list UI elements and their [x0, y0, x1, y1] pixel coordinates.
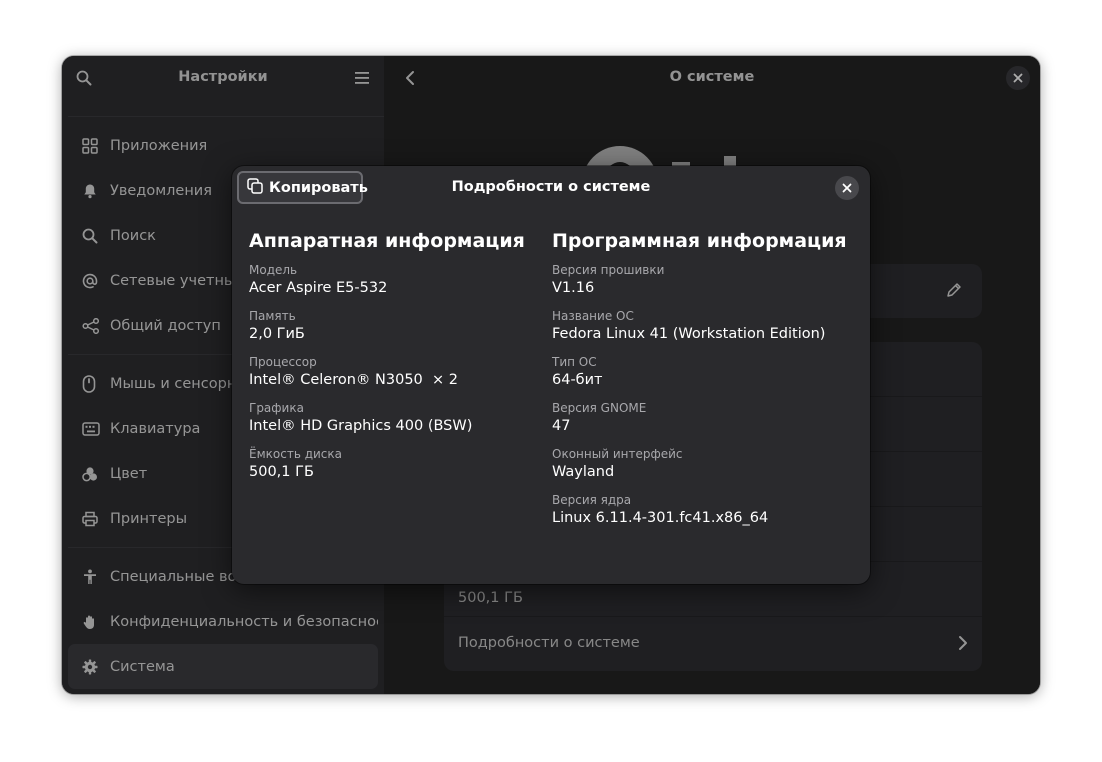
hw-field-memory: Память 2,0 ГиБ: [249, 308, 539, 354]
dialog-title: Подробности о системе: [451, 179, 651, 195]
software-info-section: Программная информация Версия прошивки V…: [552, 230, 852, 538]
field-label: Версия прошивки: [552, 263, 665, 277]
sw-field-os-name: Название ОС Fedora Linux 41 (Workstation…: [552, 308, 852, 354]
field-value: 2,0 ГиБ: [249, 326, 305, 342]
field-label: Память: [249, 309, 296, 323]
sw-field-firmware: Версия прошивки V1.16: [552, 262, 852, 308]
field-label: Название ОС: [552, 309, 634, 323]
hw-field-graphics: Графика Intel® HD Graphics 400 (BSW): [249, 400, 539, 446]
field-value: Intel® Celeron® N3050 × 2: [249, 372, 458, 388]
field-label: Ёмкость диска: [249, 447, 342, 461]
field-label: Версия ядра: [552, 493, 632, 507]
field-value: Intel® HD Graphics 400 (BSW): [249, 418, 473, 434]
sw-field-kernel: Версия ядра Linux 6.11.4-301.fc41.x86_64: [552, 492, 852, 538]
dialog-close-icon[interactable]: [835, 176, 859, 200]
hardware-heading: Аппаратная информация: [249, 230, 525, 252]
field-value: Linux 6.11.4-301.fc41.x86_64: [552, 510, 769, 526]
field-label: Модель: [249, 263, 298, 277]
field-value: V1.16: [552, 280, 595, 296]
hardware-info-section: Аппаратная информация Модель Acer Aspire…: [249, 230, 539, 492]
field-label: Процессор: [249, 355, 317, 369]
field-value: Fedora Linux 41 (Workstation Edition): [552, 326, 826, 342]
hw-field-disk-capacity: Ёмкость диска 500,1 ГБ: [249, 446, 539, 492]
sw-field-os-type: Тип ОС 64-бит: [552, 354, 852, 400]
software-heading: Программная информация: [552, 230, 847, 252]
field-value: Wayland: [552, 464, 615, 480]
field-value: 64-бит: [552, 372, 603, 388]
hw-field-model: Модель Acer Aspire E5-532: [249, 262, 539, 308]
field-label: Графика: [249, 401, 304, 415]
hw-field-processor: Процессор Intel® Celeron® N3050 × 2: [249, 354, 539, 400]
sw-field-windowing: Оконный интерфейс Wayland: [552, 446, 852, 492]
field-value: Acer Aspire E5-532: [249, 280, 388, 296]
field-value: 500,1 ГБ: [249, 464, 314, 480]
field-label: Тип ОС: [552, 355, 597, 369]
field-label: Версия GNOME: [552, 401, 647, 415]
sw-field-gnome-version: Версия GNOME 47: [552, 400, 852, 446]
field-value: 47: [552, 418, 571, 434]
field-label: Оконный интерфейс: [552, 447, 683, 461]
system-details-dialog: Копировать Подробности о системе Аппарат…: [232, 166, 870, 584]
